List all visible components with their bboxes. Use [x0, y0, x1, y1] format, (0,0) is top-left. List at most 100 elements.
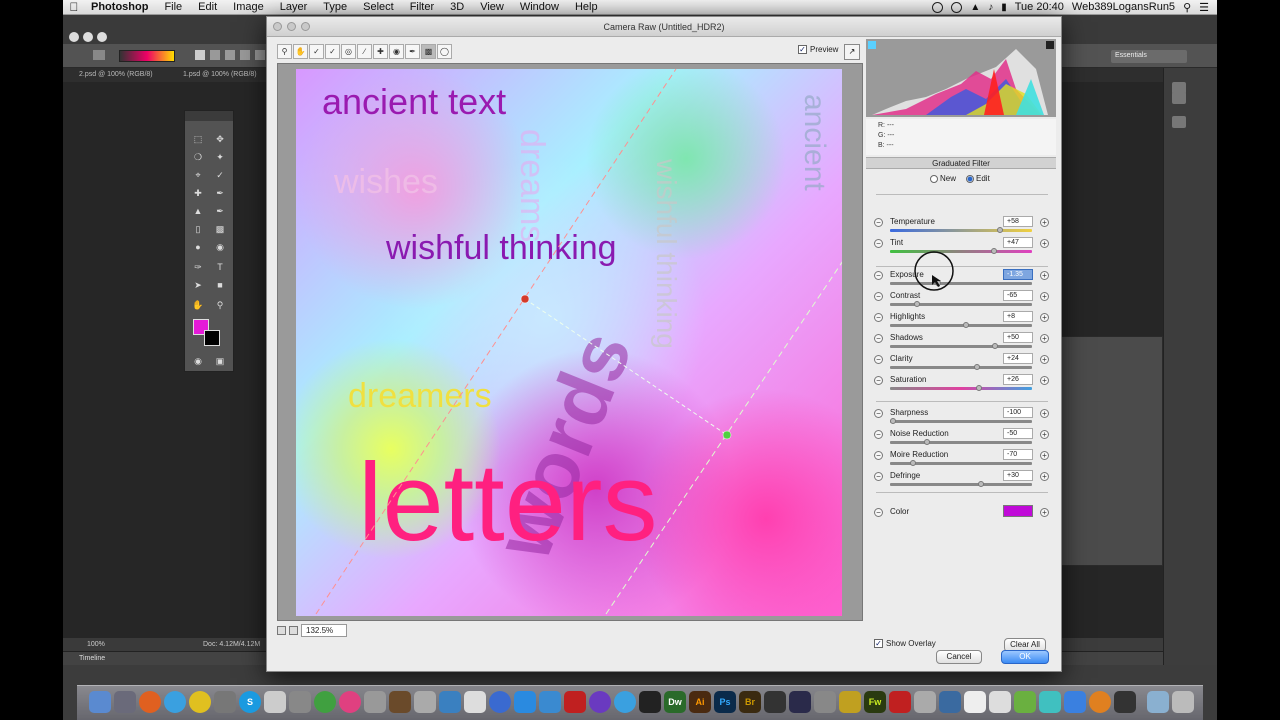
vlc-icon[interactable]	[1089, 691, 1111, 713]
user-name[interactable]: Web389LogansRun5	[1072, 1, 1175, 13]
contrast-plus-icon[interactable]: +	[1040, 292, 1049, 301]
noise-reduction-value-field[interactable]: -50	[1003, 428, 1033, 439]
terminal-icon[interactable]	[1114, 691, 1136, 713]
pen-icon[interactable]	[814, 691, 836, 713]
doc-size[interactable]: Doc: 4.12M/4.12M	[203, 641, 260, 648]
photos-icon[interactable]	[339, 691, 361, 713]
defringe-value-field[interactable]: +30	[1003, 470, 1033, 481]
exposure-minus-icon[interactable]: −	[874, 271, 883, 280]
trash-icon[interactable]	[1172, 691, 1194, 713]
photoshop-icon[interactable]: Ps	[714, 691, 736, 713]
finder-2-icon[interactable]	[1064, 691, 1086, 713]
photo-booth-icon[interactable]	[889, 691, 911, 713]
lasso-tool-icon[interactable]: ❍	[191, 151, 205, 163]
noise-reduction-plus-icon[interactable]: +	[1040, 430, 1049, 439]
moire-reduction-minus-icon[interactable]: −	[874, 451, 883, 460]
dodge-tool-icon[interactable]: ◉	[213, 241, 227, 253]
color-swatch[interactable]	[1003, 505, 1033, 517]
history-brush-icon[interactable]: ✒	[213, 205, 227, 217]
properties-panel-icon[interactable]	[1172, 116, 1186, 128]
radial-filter-icon[interactable]: ◯	[437, 44, 452, 59]
gradient-green-handle[interactable]	[722, 430, 732, 440]
zoom-level[interactable]: 100%	[87, 641, 105, 648]
show-overlay-checkbox[interactable]: ✓	[874, 639, 883, 648]
zoom-out-button[interactable]	[277, 626, 286, 635]
white-balance-tool-icon[interactable]: ✓	[309, 44, 324, 59]
clarity-minus-icon[interactable]: −	[874, 355, 883, 364]
pdf-icon[interactable]	[964, 691, 986, 713]
show-overlay-toggle[interactable]: ✓ Show Overlay	[874, 639, 936, 648]
xcode-icon[interactable]	[539, 691, 561, 713]
gradient-red-line[interactable]	[315, 69, 677, 615]
apple-menu-icon[interactable]: 	[63, 0, 85, 14]
shadows-value-field[interactable]: +50	[1003, 332, 1033, 343]
tint-plus-icon[interactable]: +	[1040, 239, 1049, 248]
network-icon[interactable]	[314, 691, 336, 713]
highlights-plus-icon[interactable]: +	[1040, 313, 1049, 322]
sync-icon[interactable]	[951, 1, 963, 13]
moire-reduction-slider-knob[interactable]	[910, 460, 917, 466]
minimize-icon[interactable]	[83, 32, 93, 42]
menu-type[interactable]: Type	[315, 1, 355, 13]
maps-icon[interactable]	[1014, 691, 1036, 713]
straighten-tool-icon[interactable]: ∕	[357, 44, 372, 59]
moire-reduction-value-field[interactable]: -70	[1003, 449, 1033, 460]
gradient-green-line[interactable]	[605, 234, 842, 615]
graduated-filter-icon[interactable]: ▩	[421, 44, 436, 59]
toolbox-header[interactable]	[185, 111, 233, 121]
shadows-slider-track[interactable]	[890, 345, 1032, 348]
preview-app-icon[interactable]	[414, 691, 436, 713]
wifi-icon[interactable]: ▲	[970, 2, 980, 13]
textedit-icon[interactable]	[464, 691, 486, 713]
skype-icon[interactable]: S	[239, 691, 261, 713]
saturation-plus-icon[interactable]: +	[1040, 376, 1049, 385]
guitar-icon[interactable]	[389, 691, 411, 713]
exposure-plus-icon[interactable]: +	[1040, 271, 1049, 280]
history-panel-icon[interactable]	[1172, 92, 1186, 104]
stamp-tool-icon[interactable]: ▲	[191, 205, 205, 217]
tint-minus-icon[interactable]: −	[874, 239, 883, 248]
workspace-switcher[interactable]: Essentials	[1111, 50, 1187, 63]
highlights-slider-track[interactable]	[890, 324, 1032, 327]
chrome-icon[interactable]	[189, 691, 211, 713]
preferences-icon[interactable]	[914, 691, 936, 713]
app-icon[interactable]	[364, 691, 386, 713]
preview-checkbox[interactable]: ✓	[798, 45, 807, 54]
angle-gradient-icon[interactable]	[225, 50, 235, 60]
tint-value-field[interactable]: +47	[1003, 237, 1033, 248]
record-icon[interactable]	[932, 1, 944, 13]
shadows-plus-icon[interactable]: +	[1040, 334, 1049, 343]
zoom-level-select[interactable]: 132.5%	[301, 624, 347, 637]
crop-tool-icon[interactable]: ⌖	[191, 169, 205, 181]
battery-icon[interactable]: ▮	[1001, 2, 1007, 13]
linear-gradient-icon[interactable]	[195, 50, 205, 60]
defringe-slider-track[interactable]	[890, 483, 1032, 486]
menu-image[interactable]: Image	[225, 1, 272, 13]
move-tool-icon[interactable]: ✥	[213, 133, 227, 145]
temperature-value-field[interactable]: +58	[1003, 216, 1033, 227]
gradient-connector-line[interactable]	[524, 298, 728, 436]
clarity-plus-icon[interactable]: +	[1040, 355, 1049, 364]
doc-tab-1[interactable]: 1.psd @ 100% (RGB/8)	[183, 71, 257, 78]
mode-new[interactable]: New	[930, 174, 956, 183]
temperature-minus-icon[interactable]: −	[874, 218, 883, 227]
spot-removal-icon[interactable]: ✚	[373, 44, 388, 59]
dreamweaver-icon[interactable]: Dw	[664, 691, 686, 713]
tools-icon[interactable]	[289, 691, 311, 713]
mode-edit-radio[interactable]	[966, 174, 975, 183]
saturation-value-field[interactable]: +26	[1003, 374, 1033, 385]
magic-wand-icon[interactable]: ✦	[213, 151, 227, 163]
dialog-close-icon[interactable]	[273, 22, 282, 31]
shape-tool-icon[interactable]: ■	[213, 279, 227, 291]
cancel-button[interactable]: Cancel	[936, 650, 982, 664]
sharpness-plus-icon[interactable]: +	[1040, 409, 1049, 418]
exposure-value-field[interactable]: -1.35	[1003, 269, 1033, 280]
tint-slider-knob[interactable]	[990, 248, 997, 254]
app-menu[interactable]: Photoshop	[85, 1, 156, 13]
saturation-slider-knob[interactable]	[975, 385, 982, 391]
menu-layer[interactable]: Layer	[272, 1, 316, 13]
saturation-minus-icon[interactable]: −	[874, 376, 883, 385]
kindle-icon[interactable]	[639, 691, 661, 713]
blur-tool-icon[interactable]: ●	[191, 241, 205, 253]
contrast-slider-knob[interactable]	[914, 301, 921, 307]
